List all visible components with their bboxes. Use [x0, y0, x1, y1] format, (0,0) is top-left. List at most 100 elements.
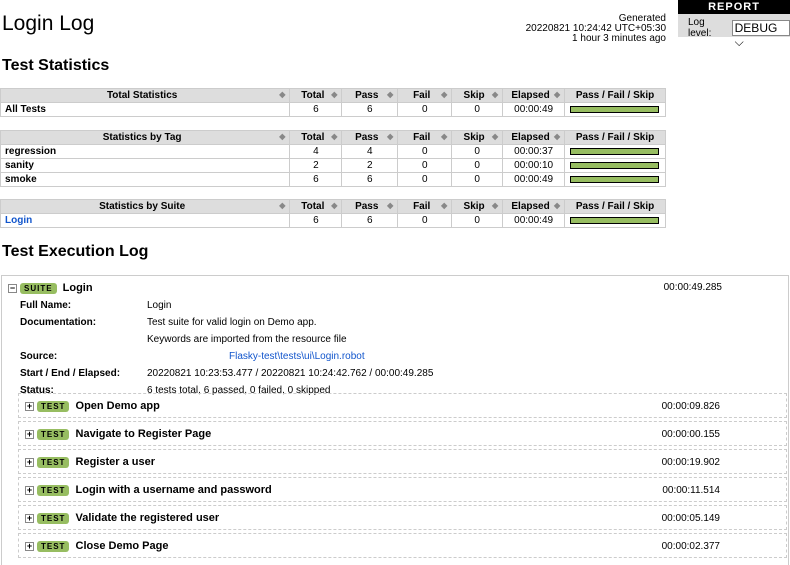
meta-key: Full Name:	[20, 300, 72, 311]
test-badge: TEST	[37, 400, 70, 412]
test-elapsed: 00:00:19.902	[661, 457, 720, 468]
expand-icon[interactable]: +	[25, 429, 34, 439]
log-level-value: DEBUG	[734, 21, 778, 35]
col-label: Fail	[413, 201, 431, 212]
pass-bar	[570, 162, 660, 169]
test-name[interactable]: Register a user	[76, 456, 155, 468]
col-header[interactable]: Pass / Fail / Skip	[564, 130, 666, 145]
cell-graph	[564, 102, 666, 117]
test-name[interactable]: Close Demo Page	[76, 540, 169, 552]
col-header[interactable]: Elapsed ◆	[502, 130, 566, 145]
col-header[interactable]: Elapsed ◆	[502, 199, 566, 214]
cell-skip: 0	[451, 102, 504, 117]
col-header[interactable]: Pass / Fail / Skip	[564, 199, 666, 214]
cell-graph	[564, 158, 666, 173]
meta-value: Test suite for valid login on Demo app.	[147, 317, 317, 328]
cell-total: 4	[289, 144, 343, 159]
col-header[interactable]: Skip ◆	[451, 130, 504, 145]
col-header[interactable]: Pass ◆	[341, 199, 399, 214]
test-name[interactable]: Validate the registered user	[76, 512, 220, 524]
suite-name[interactable]: Login	[63, 282, 93, 294]
expand-icon[interactable]: +	[25, 513, 34, 523]
col-header[interactable]: Skip ◆	[451, 88, 504, 103]
meta-key: Documentation:	[20, 317, 97, 328]
col-header[interactable]: Pass ◆	[341, 88, 399, 103]
cell-elapsed: 00:00:49	[502, 213, 566, 228]
pass-bar	[570, 148, 660, 155]
test-item[interactable]: + TEST Validate the registered user 00:00:…	[18, 505, 787, 530]
col-header[interactable]: Total ◆	[289, 88, 343, 103]
test-item[interactable]: + TEST Close Demo Page 00:00:02.377	[18, 533, 787, 558]
header-row: Statistics by Tag ◆ Total ◆ Pass ◆ Fail ◆ Skip ◆ E…	[0, 130, 666, 145]
meta-key: Start / End / Elapsed:	[20, 368, 121, 379]
exec-heading: Test Execution Log	[2, 243, 149, 260]
col-name[interactable]: Total Statistics ◆	[0, 88, 291, 103]
col-header[interactable]: Pass / Fail / Skip	[564, 88, 666, 103]
test-elapsed: 00:00:00.155	[661, 429, 720, 440]
col-label: Elapsed	[511, 201, 550, 212]
test-name[interactable]: Open Demo app	[76, 400, 160, 412]
col-header[interactable]: Total ◆	[289, 199, 343, 214]
col-label: Fail	[413, 132, 431, 143]
row-name-link[interactable]: Login	[5, 215, 32, 226]
col-label: Pass	[355, 90, 379, 101]
col-label: Elapsed	[511, 132, 550, 143]
col-header[interactable]: Fail ◆	[397, 130, 453, 145]
col-label: Pass / Fail / Skip	[575, 90, 655, 101]
expand-icon[interactable]: +	[25, 485, 34, 495]
col-header[interactable]: Fail ◆	[397, 88, 453, 103]
meta-value: 20220821 10:23:53.477 / 20220821 10:24:4…	[147, 368, 434, 379]
meta-row: Documentation: Test suite for valid login…	[20, 314, 433, 331]
col-label: Skip	[463, 90, 485, 101]
test-item[interactable]: + TEST Login with a username and password…	[18, 477, 787, 502]
test-badge: TEST	[37, 484, 70, 496]
col-header[interactable]: Pass ◆	[341, 130, 399, 145]
test-item[interactable]: + TEST Open Demo app 00:00:09.826	[18, 393, 787, 418]
col-label: Elapsed	[511, 90, 550, 101]
total-stats-table: Total Statistics ◆ Total ◆ Pass ◆ Fail ◆ Skip ◆ El…	[0, 88, 666, 117]
table-row: All Tests 6 6 0 0 00:00:49	[0, 102, 666, 117]
suite-metadata: Full Name: Login Documentation: Test suite …	[20, 297, 433, 399]
cell-name: smoke	[0, 172, 291, 187]
test-name[interactable]: Navigate to Register Page	[76, 428, 212, 440]
test-badge: TEST	[37, 512, 70, 524]
cell-pass: 6	[341, 102, 399, 117]
cell-pass: 6	[341, 172, 399, 187]
cell-name: sanity	[0, 158, 291, 173]
cell-pass: 2	[341, 158, 399, 173]
table-row: sanity 2 2 0 0 00:00:10	[0, 158, 666, 173]
cell-total: 2	[289, 158, 343, 173]
chevron-down-icon: ⌵	[734, 35, 744, 49]
header-row: Total Statistics ◆ Total ◆ Pass ◆ Fail ◆ Skip ◆ El…	[0, 88, 666, 103]
test-item[interactable]: + TEST Register a user 00:00:19.902	[18, 449, 787, 474]
suite-elapsed: 00:00:49.285	[663, 282, 722, 293]
col-name[interactable]: Statistics by Tag ◆	[0, 130, 291, 145]
col-header[interactable]: Elapsed ◆	[502, 88, 566, 103]
report-link[interactable]: REPORT	[678, 0, 790, 14]
col-header[interactable]: Fail ◆	[397, 199, 453, 214]
col-header[interactable]: Skip ◆	[451, 199, 504, 214]
col-label: Pass	[355, 132, 379, 143]
expand-icon[interactable]: +	[25, 401, 34, 411]
col-label: Pass / Fail / Skip	[575, 201, 655, 212]
log-level-select[interactable]: DEBUG ⌵	[731, 20, 790, 49]
table-row: Login 6 6 0 0 00:00:49	[0, 213, 666, 228]
log-level-label: Log level:	[688, 17, 712, 39]
col-label: Total	[301, 132, 325, 143]
collapse-icon[interactable]: −	[8, 283, 17, 293]
test-name[interactable]: Login with a username and password	[76, 484, 272, 496]
meta-row: Start / End / Elapsed: 20220821 10:23:53.…	[20, 365, 433, 382]
test-item[interactable]: + TEST Navigate to Register Page 00:00:00.…	[18, 421, 787, 446]
col-name[interactable]: Statistics by Suite ◆	[0, 199, 291, 214]
col-header[interactable]: Total ◆	[289, 130, 343, 145]
expand-icon[interactable]: +	[25, 541, 34, 551]
source-link[interactable]: Flasky-test\tests\ui\Login.robot	[229, 351, 365, 362]
table-row: smoke 6 6 0 0 00:00:49	[0, 172, 666, 187]
row-name: regression	[5, 146, 57, 157]
pass-bar	[570, 176, 660, 183]
expand-icon[interactable]: +	[25, 457, 34, 467]
cell-fail: 0	[397, 172, 453, 187]
pass-bar	[570, 217, 660, 224]
cell-skip: 0	[451, 172, 504, 187]
cell-name: Login	[0, 213, 291, 228]
